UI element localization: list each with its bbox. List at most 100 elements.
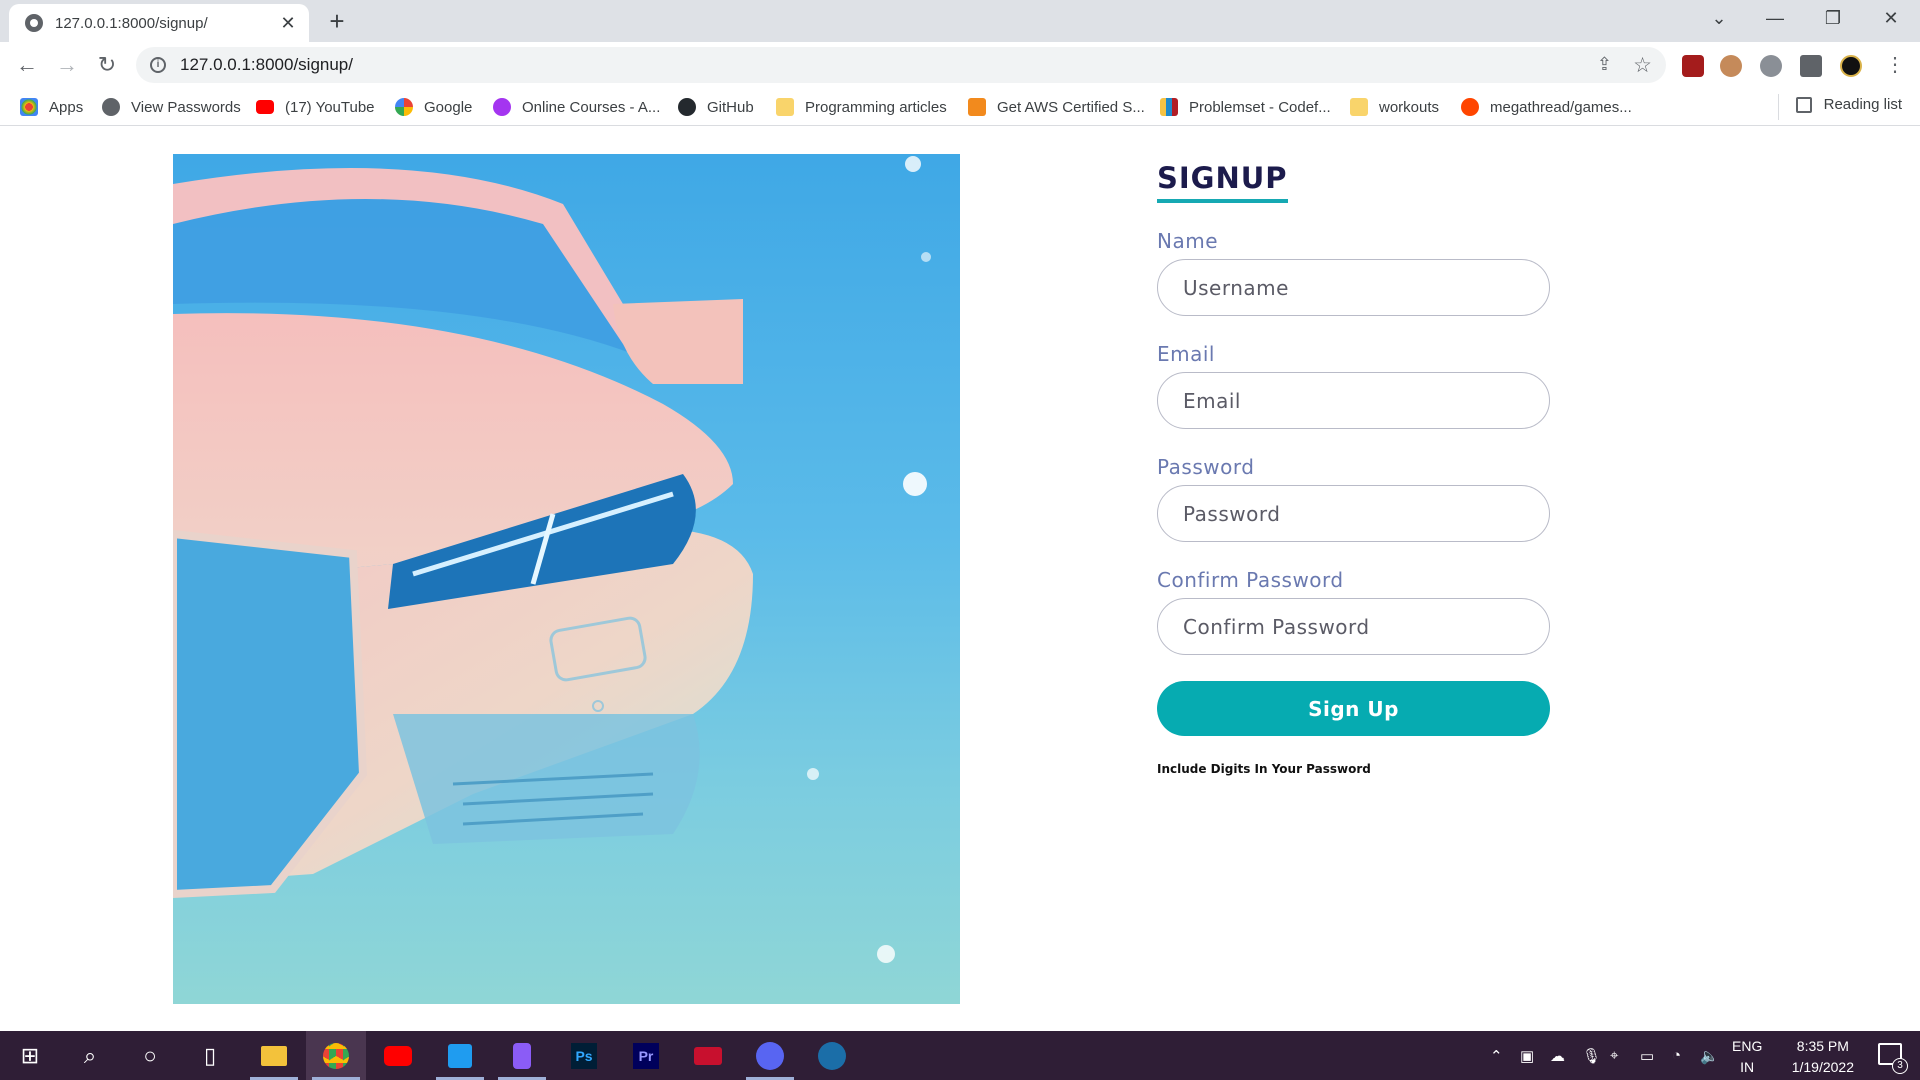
windows-taskbar: ⊞ ⌕ ○ ▯ Ps Pr ⌃ ▣ ☁ 🎙 ⌖ ▭ ◔ 🔈 ENG IN 8:3… — [0, 1031, 1920, 1080]
bookmark-apps[interactable]: Apps — [20, 96, 83, 118]
ublock-extension-icon[interactable] — [1682, 55, 1704, 77]
file-explorer-icon[interactable] — [244, 1031, 304, 1080]
password-label: Password — [1157, 455, 1255, 479]
search-icon[interactable]: ⌕ — [60, 1031, 120, 1080]
avatar-extension-icon[interactable] — [1720, 55, 1742, 77]
discord-icon[interactable] — [740, 1031, 800, 1080]
youtube-taskbar-icon[interactable] — [368, 1031, 428, 1080]
name-label: Name — [1157, 229, 1219, 253]
bookmark-codeforces[interactable]: Problemset - Codef... — [1160, 96, 1331, 118]
reload-icon[interactable]: ↻ — [92, 50, 122, 80]
email-input[interactable] — [1157, 372, 1550, 429]
signup-heading: SIGNUP — [1157, 161, 1288, 203]
email-label: Email — [1157, 342, 1215, 366]
reading-list-button[interactable]: Reading list — [1795, 96, 1902, 113]
bookmark-label: Programming articles — [805, 98, 947, 116]
volume-icon[interactable]: 🔈 — [1700, 1031, 1719, 1080]
signup-button[interactable]: Sign Up — [1157, 681, 1550, 736]
bookmark-label: Online Courses - A... — [522, 98, 661, 116]
url-text[interactable]: 127.0.0.1:8000/signup/ — [180, 55, 353, 75]
tab-title: 127.0.0.1:8000/signup/ — [55, 14, 208, 32]
notification-count-badge: 3 — [1892, 1058, 1908, 1074]
clock-date: 1/19/2022 — [1791, 1059, 1854, 1075]
microphone-icon[interactable]: 🎙 — [1582, 1031, 1601, 1080]
share-icon[interactable]: ⇪ — [1597, 54, 1612, 75]
chrome-taskbar-icon[interactable] — [306, 1031, 366, 1080]
onedrive-icon[interactable]: ☁ — [1550, 1031, 1565, 1080]
bookmark-star-icon[interactable]: ☆ — [1633, 53, 1652, 78]
vscode-icon[interactable] — [430, 1031, 490, 1080]
bookmarks-bar: Apps View Passwords (17) YouTube Google … — [0, 88, 1920, 126]
bookmark-github[interactable]: GitHub — [678, 96, 754, 118]
browser-toolbar: ← → ↻ i 127.0.0.1:8000/signup/ ⇪ ☆ ⋮ — [0, 42, 1920, 88]
bookmark-online-courses[interactable]: Online Courses - A... — [493, 96, 660, 118]
bookmark-label: Get AWS Certified S... — [997, 98, 1145, 116]
restore-button[interactable]: ❐ — [1806, 0, 1860, 36]
bookmark-label: (17) YouTube — [285, 98, 375, 116]
meet-now-icon[interactable]: ▣ — [1520, 1031, 1534, 1080]
globe-icon — [102, 98, 120, 116]
system-clock[interactable]: 8:35 PM 1/19/2022 — [1792, 1036, 1854, 1078]
globe-icon — [25, 14, 43, 32]
clock-time: 8:35 PM — [1796, 1038, 1849, 1054]
tray-chevron-icon[interactable]: ⌃ — [1490, 1031, 1503, 1080]
bookmark-youtube[interactable]: (17) YouTube — [256, 96, 375, 118]
profile-avatar-icon[interactable] — [1840, 55, 1862, 77]
bookmark-programming-articles[interactable]: Programming articles — [776, 96, 947, 118]
tab-close-icon[interactable]: ✕ — [279, 14, 297, 32]
youtube-icon — [256, 100, 274, 114]
bookmark-label: workouts — [1379, 98, 1440, 116]
task-view-icon[interactable]: ▯ — [180, 1031, 240, 1080]
bookmarks-divider — [1778, 94, 1779, 120]
forward-arrow-icon[interactable]: → — [52, 50, 82, 80]
tab-search-chevron-icon[interactable]: ⌄ — [1692, 0, 1746, 36]
chrome-menu-icon[interactable]: ⋮ — [1880, 50, 1910, 80]
language-code: ENG — [1732, 1038, 1763, 1054]
reading-list-label: Reading list — [1823, 96, 1902, 113]
confirm-password-label: Confirm Password — [1157, 568, 1344, 592]
game-launcher-icon[interactable] — [678, 1031, 738, 1080]
car-illustration — [173, 156, 931, 963]
steam-icon[interactable] — [802, 1031, 862, 1080]
region-code: IN — [1740, 1059, 1755, 1075]
password-hint: Include Digits In Your Password — [1157, 762, 1371, 776]
bookmark-label: Google — [424, 98, 473, 116]
signup-form: SIGNUP Name Email Password Confirm Passw… — [1157, 161, 1550, 776]
bookmark-label: Problemset - Codef... — [1189, 98, 1331, 116]
close-window-button[interactable]: ✕ — [1864, 0, 1918, 36]
bookmark-label: View Passwords — [131, 98, 241, 116]
address-bar[interactable]: i 127.0.0.1:8000/signup/ ⇪ ☆ — [136, 47, 1666, 83]
username-input[interactable] — [1157, 259, 1550, 316]
bookmark-google[interactable]: Google — [395, 96, 472, 118]
location-icon[interactable]: ⌖ — [1610, 1031, 1618, 1080]
battery-icon[interactable]: ▭ — [1640, 1031, 1654, 1080]
language-indicator[interactable]: ENG IN — [1732, 1036, 1762, 1078]
confirm-password-input[interactable] — [1157, 598, 1550, 655]
tab-strip: 127.0.0.1:8000/signup/ ✕ + ⌄ — ❐ ✕ — [0, 0, 1920, 42]
aws-icon — [968, 98, 986, 116]
codeforces-icon — [1160, 98, 1178, 116]
signup-page: SIGNUP Name Email Password Confirm Passw… — [0, 127, 1920, 1031]
new-tab-button[interactable]: + — [322, 8, 352, 36]
bookmark-label: megathread/games... — [1490, 98, 1632, 116]
puzzle-extensions-icon[interactable] — [1800, 55, 1822, 77]
cortana-icon[interactable]: ○ — [120, 1031, 180, 1080]
site-info-icon[interactable]: i — [150, 57, 166, 73]
bookmark-label: Apps — [49, 98, 84, 116]
bookmark-view-passwords[interactable]: View Passwords — [102, 96, 241, 118]
photoshop-icon[interactable]: Ps — [554, 1031, 614, 1080]
bookmark-workouts[interactable]: workouts — [1350, 96, 1439, 118]
premiere-pro-icon[interactable]: Pr — [616, 1031, 676, 1080]
password-input[interactable] — [1157, 485, 1550, 542]
minimize-button[interactable]: — — [1748, 0, 1802, 36]
bookmark-reddit[interactable]: megathread/games... — [1461, 96, 1632, 118]
apps-grid-icon — [20, 98, 38, 116]
udemy-icon — [493, 98, 511, 116]
obsidian-icon[interactable] — [492, 1031, 552, 1080]
wifi-icon[interactable]: ◔ — [1672, 1031, 1681, 1080]
browser-tab-active[interactable]: 127.0.0.1:8000/signup/ ✕ — [9, 4, 309, 42]
extension-icon[interactable] — [1760, 55, 1782, 77]
bookmark-aws[interactable]: Get AWS Certified S... — [968, 96, 1145, 118]
back-arrow-icon[interactable]: ← — [12, 50, 42, 80]
windows-start-icon[interactable]: ⊞ — [0, 1031, 60, 1080]
